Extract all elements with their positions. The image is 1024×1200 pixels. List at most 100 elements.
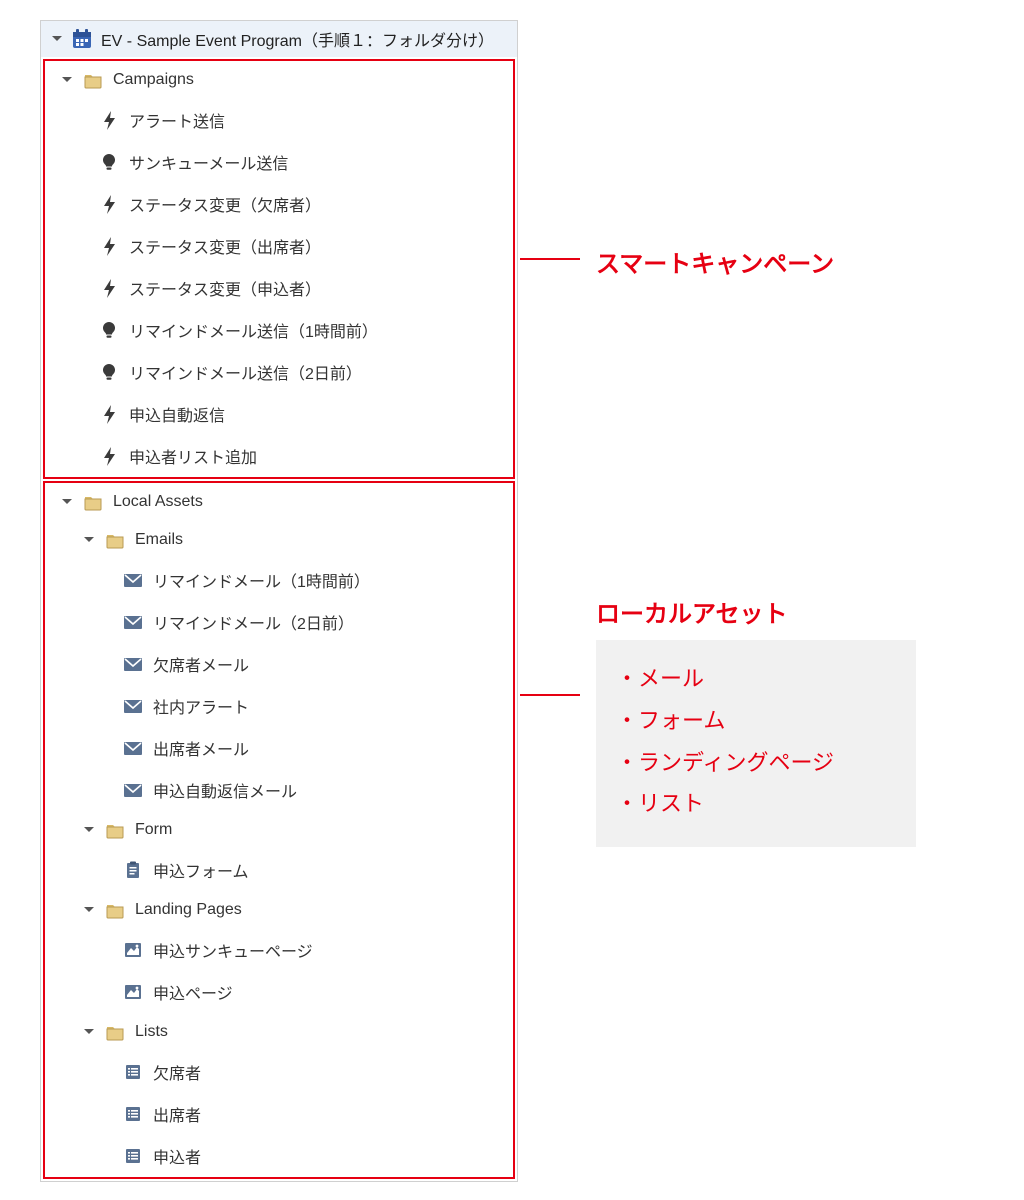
leader-line (520, 694, 580, 696)
form-folder[interactable]: Form (45, 811, 513, 849)
leader-line (520, 258, 580, 260)
folder-icon (83, 492, 103, 512)
folder-icon (105, 820, 125, 840)
anno-bullet: ・ランディングページ (616, 742, 892, 784)
anno-bullet: ・リスト (616, 783, 892, 825)
campaign-item[interactable]: ステータス変更（欠席者） (45, 183, 513, 225)
mail-icon (123, 696, 143, 716)
campaign-label: アラート送信 (129, 108, 225, 132)
list-icon (123, 1104, 143, 1124)
bolt-icon (99, 110, 119, 130)
email-label: 欠席者メール (153, 652, 249, 676)
folder-label: Campaigns (113, 71, 194, 89)
email-item[interactable]: 社内アラート (45, 685, 513, 727)
chevron-down-icon (83, 534, 95, 546)
anno-local-asset: ローカルアセット (596, 594, 788, 629)
mail-icon (123, 612, 143, 632)
campaign-label: ステータス変更（欠席者） (129, 192, 321, 216)
form-label: 申込フォーム (153, 858, 249, 882)
list-item[interactable]: 申込者 (45, 1135, 513, 1177)
list-label: 出席者 (153, 1102, 201, 1126)
campaign-item[interactable]: リマインドメール送信（2日前） (45, 351, 513, 393)
bolt-icon (99, 404, 119, 424)
campaign-item[interactable]: ステータス変更（申込者） (45, 267, 513, 309)
folder-label: Form (135, 821, 172, 839)
campaign-label: サンキューメール送信 (129, 150, 288, 174)
lp-item[interactable]: 申込ページ (45, 971, 513, 1013)
mail-icon (123, 654, 143, 674)
campaign-label: ステータス変更（申込者） (129, 276, 321, 300)
email-item[interactable]: 欠席者メール (45, 643, 513, 685)
email-item[interactable]: リマインドメール（2日前） (45, 601, 513, 643)
list-icon (123, 1062, 143, 1082)
list-label: 申込者 (153, 1144, 201, 1168)
page-icon (123, 940, 143, 960)
folder-label: Lists (135, 1023, 168, 1041)
folder-icon (105, 1022, 125, 1042)
campaign-item[interactable]: ステータス変更（出席者） (45, 225, 513, 267)
email-item[interactable]: 申込自動返信メール (45, 769, 513, 811)
campaign-item[interactable]: 申込者リスト追加 (45, 435, 513, 477)
bulb-icon (99, 362, 119, 382)
email-label: 社内アラート (153, 694, 249, 718)
local-assets-group: Local Assets Emails リマインドメール（1時間前） リマインド… (43, 481, 515, 1179)
list-item[interactable]: 欠席者 (45, 1051, 513, 1093)
email-label: リマインドメール（2日前） (153, 610, 354, 634)
local-assets-folder[interactable]: Local Assets (45, 483, 513, 521)
program-title: EV - Sample Event Program（手順１：フォルダ分け） (101, 27, 494, 51)
chevron-down-icon (83, 904, 95, 916)
campaign-label: 申込者リスト追加 (129, 444, 257, 468)
form-item[interactable]: 申込フォーム (45, 849, 513, 891)
program-root-row[interactable]: EV - Sample Event Program（手順１：フォルダ分け） (41, 21, 517, 57)
list-item[interactable]: 出席者 (45, 1093, 513, 1135)
bolt-icon (99, 446, 119, 466)
email-label: 申込自動返信メール (153, 778, 297, 802)
anno-bullet-box: ・メール ・フォーム ・ランディングページ ・リスト (596, 640, 916, 847)
email-label: 出席者メール (153, 736, 249, 760)
campaign-item[interactable]: 申込自動返信 (45, 393, 513, 435)
campaign-item[interactable]: アラート送信 (45, 99, 513, 141)
campaign-item[interactable]: リマインドメール送信（1時間前） (45, 309, 513, 351)
bolt-icon (99, 194, 119, 214)
lp-label: 申込サンキューページ (153, 938, 313, 962)
chevron-down-icon (51, 33, 63, 45)
email-label: リマインドメール（1時間前） (153, 568, 370, 592)
bulb-icon (99, 152, 119, 172)
chevron-down-icon (83, 1026, 95, 1038)
campaign-label: リマインドメール送信（2日前） (129, 360, 362, 384)
bolt-icon (99, 278, 119, 298)
calendar-icon (71, 28, 93, 50)
list-icon (123, 1146, 143, 1166)
chevron-down-icon (83, 824, 95, 836)
folder-icon (105, 900, 125, 920)
campaign-label: 申込自動返信 (129, 402, 225, 426)
folder-icon (83, 70, 103, 90)
anno-bullet: ・フォーム (616, 700, 892, 742)
tree-panel: EV - Sample Event Program（手順１：フォルダ分け） Ca… (40, 20, 518, 1182)
folder-label: Landing Pages (135, 901, 242, 919)
chevron-down-icon (61, 496, 73, 508)
bolt-icon (99, 236, 119, 256)
lp-label: 申込ページ (153, 980, 233, 1004)
campaign-label: リマインドメール送信（1時間前） (129, 318, 378, 342)
lp-item[interactable]: 申込サンキューページ (45, 929, 513, 971)
email-item[interactable]: 出席者メール (45, 727, 513, 769)
mail-icon (123, 780, 143, 800)
campaign-item[interactable]: サンキューメール送信 (45, 141, 513, 183)
email-item[interactable]: リマインドメール（1時間前） (45, 559, 513, 601)
folder-label: Emails (135, 531, 183, 549)
mail-icon (123, 570, 143, 590)
bulb-icon (99, 320, 119, 340)
campaigns-folder[interactable]: Campaigns (45, 61, 513, 99)
page-icon (123, 982, 143, 1002)
anno-bullet: ・メール (616, 658, 892, 700)
landing-pages-folder[interactable]: Landing Pages (45, 891, 513, 929)
folder-icon (105, 530, 125, 550)
campaigns-group: Campaigns アラート送信 サンキューメール送信 ステータス変更（欠席者）… (43, 59, 515, 479)
emails-folder[interactable]: Emails (45, 521, 513, 559)
lists-folder[interactable]: Lists (45, 1013, 513, 1051)
campaign-label: ステータス変更（出席者） (129, 234, 321, 258)
clipboard-icon (123, 860, 143, 880)
chevron-down-icon (61, 74, 73, 86)
anno-smart-campaign: スマートキャンペーン (596, 244, 834, 279)
